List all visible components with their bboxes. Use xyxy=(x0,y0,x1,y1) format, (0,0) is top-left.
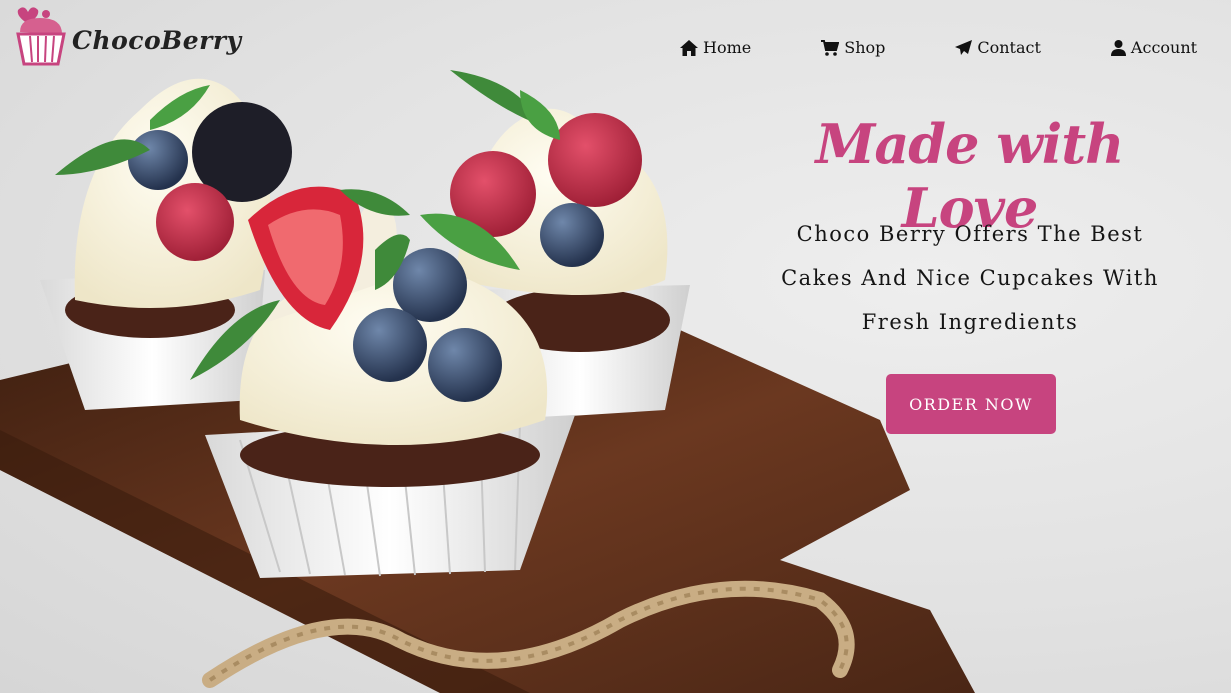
nav-item-label: Shop xyxy=(844,38,886,57)
order-now-button[interactable]: ORDER NOW xyxy=(886,374,1056,434)
nav-item-label: Contact xyxy=(977,38,1041,57)
nav-item-contact[interactable]: Contact xyxy=(955,38,1041,57)
hero-subtext: Choco Berry Offers The Best Cakes And Ni… xyxy=(781,222,1159,334)
cupcake-logo-icon xyxy=(16,7,66,66)
nav-item-label: Home xyxy=(703,38,752,57)
paper-plane-icon xyxy=(955,39,973,55)
cart-icon xyxy=(821,39,840,56)
site-header: ChocoBerry Home Shop Contact Account xyxy=(0,0,1231,100)
hero-cupcakes-image xyxy=(0,70,975,693)
hero-section: ChocoBerry Home Shop Contact Account Mad… xyxy=(0,0,1231,693)
brand-name: ChocoBerry xyxy=(72,25,242,55)
nav-item-label: Account xyxy=(1130,38,1198,57)
nav-item-account[interactable]: Account xyxy=(1110,38,1198,57)
nav-item-home[interactable]: Home xyxy=(680,38,751,57)
user-icon xyxy=(1110,39,1126,56)
home-icon xyxy=(680,39,698,56)
brand-logo[interactable]: ChocoBerry xyxy=(10,4,242,66)
nav-item-shop[interactable]: Shop xyxy=(821,38,885,57)
main-nav: Home Shop Contact Account xyxy=(680,38,1197,57)
